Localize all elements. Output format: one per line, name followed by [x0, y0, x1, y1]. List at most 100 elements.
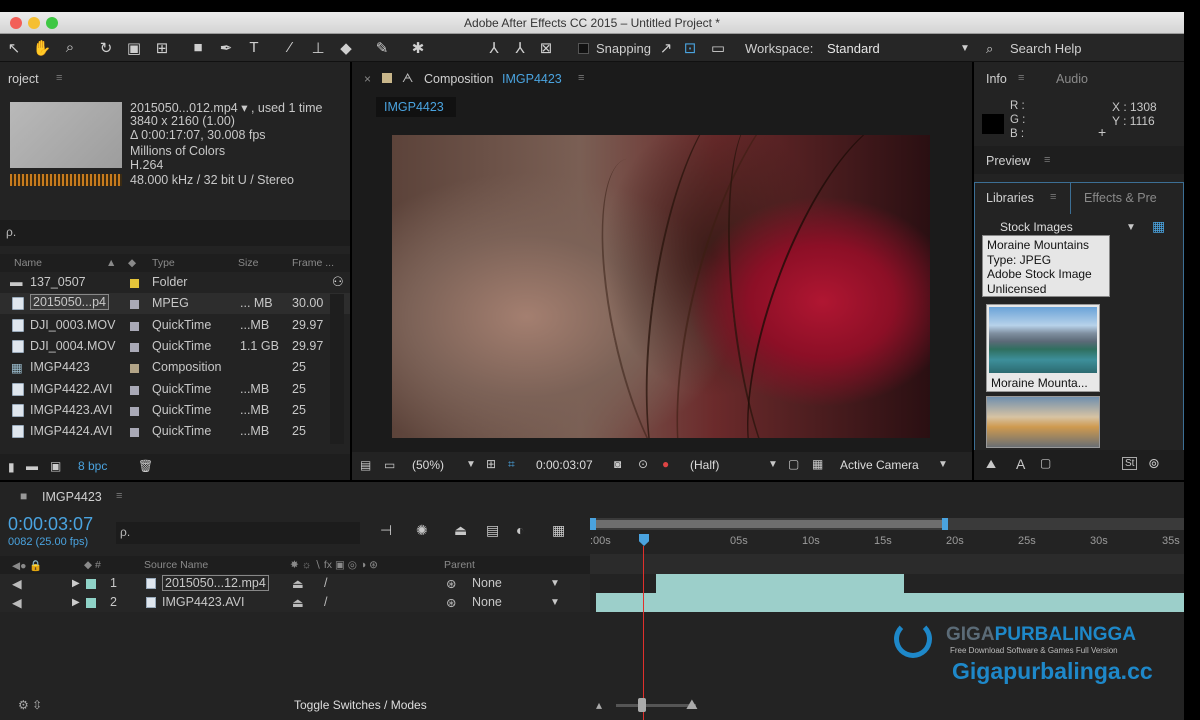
snapping-checkbox[interactable]: [578, 43, 589, 54]
timeline-layer-row[interactable]: ◀ ▶ 2 IMGP4423.AVI ⏏ / ⊛ None ▼: [0, 593, 590, 612]
workspace-chevron-down-icon[interactable]: ▼: [960, 43, 970, 54]
project-item-row[interactable]: IMGP4424.AVI QuickTime ...MB 25: [0, 421, 350, 442]
label-column-icon[interactable]: ◆: [128, 257, 136, 269]
preview-tab[interactable]: Preview: [986, 154, 1030, 168]
sort-arrow-icon[interactable]: ▲: [106, 257, 116, 269]
frame-blending-icon[interactable]: ▤: [486, 522, 499, 539]
work-area-bar[interactable]: [590, 518, 1184, 530]
trash-icon[interactable]: 🗑: [138, 459, 153, 473]
timeline-current-time[interactable]: 0:00:03:07: [8, 514, 93, 535]
new-folder-icon[interactable]: ▬: [26, 459, 38, 473]
label-color-swatch[interactable]: [130, 385, 139, 395]
close-tab-icon[interactable]: ×: [364, 72, 371, 86]
timeline-search-input[interactable]: ρ.: [116, 522, 360, 544]
comp-flowchart-tab[interactable]: IMGP4423: [376, 97, 456, 117]
zoom-out-icon[interactable]: ▴: [596, 698, 602, 712]
composition-viewer-frame[interactable]: [392, 135, 930, 438]
project-scrollbar[interactable]: [330, 294, 344, 444]
project-tab[interactable]: roject: [8, 72, 39, 86]
quality-switch-icon[interactable]: /: [324, 576, 327, 590]
chevron-down-icon[interactable]: ▼: [466, 459, 476, 470]
pen-tool-icon[interactable]: ✒: [216, 39, 236, 57]
library-dropdown[interactable]: Stock Images: [1000, 220, 1073, 234]
panel-menu-icon[interactable]: ≡: [116, 490, 122, 502]
libraries-tab[interactable]: Libraries: [986, 191, 1034, 205]
effects-presets-tab[interactable]: Effects & Pre: [1084, 191, 1157, 205]
stock-icon[interactable]: St: [1122, 457, 1138, 470]
camera-view-dropdown[interactable]: Active Camera: [840, 458, 919, 472]
axis-world-icon[interactable]: ⅄: [510, 39, 530, 57]
work-area-range[interactable]: [592, 520, 946, 528]
resolution-dropdown[interactable]: (Half): [690, 458, 719, 472]
layer-1-duration-bar[interactable]: [656, 574, 904, 593]
composition-tab-name[interactable]: IMGP4423: [502, 72, 562, 86]
always-preview-icon[interactable]: ▤: [360, 458, 371, 472]
add-text-icon[interactable]: A: [1016, 456, 1025, 472]
current-time-display[interactable]: 0:00:03:07: [536, 458, 593, 472]
label-color-swatch[interactable]: [130, 279, 139, 288]
chevron-down-icon[interactable]: ▼: [938, 459, 948, 470]
add-color-icon[interactable]: ▢: [1040, 456, 1051, 470]
layer-label-swatch[interactable]: [86, 598, 96, 608]
camera-tool-icon[interactable]: ▣: [124, 39, 144, 57]
panel-menu-icon[interactable]: ≡: [1050, 191, 1056, 203]
info-tab[interactable]: Info: [986, 72, 1007, 86]
panel-menu-icon[interactable]: ≡: [1018, 72, 1024, 84]
grid-view-icon[interactable]: ▦: [1152, 218, 1165, 235]
expand-arrow-icon[interactable]: ▶: [72, 578, 80, 589]
close-tab-icon[interactable]: ■: [20, 489, 27, 503]
shy-layers-icon[interactable]: ⏏: [454, 522, 467, 539]
quality-switch-icon[interactable]: /: [324, 595, 327, 609]
project-item-row[interactable]: IMGP4422.AVI QuickTime ...MB 25: [0, 379, 350, 400]
flowchart-icon[interactable]: ⚇: [332, 274, 344, 290]
search-help-input[interactable]: Search Help: [1010, 41, 1082, 56]
lock-icon[interactable]: ᗅ: [402, 71, 413, 86]
transparency-grid-icon[interactable]: ▦: [812, 457, 823, 471]
label-column-icon[interactable]: ◆ #: [84, 559, 101, 571]
parent-dropdown[interactable]: None: [472, 576, 502, 590]
layer-source-name[interactable]: 2015050...12.mp4: [162, 575, 269, 591]
work-area-start-handle[interactable]: [590, 518, 596, 530]
chevron-down-icon[interactable]: ▼: [550, 578, 560, 589]
timeline-tab[interactable]: IMGP4423: [42, 490, 102, 504]
column-frame-rate[interactable]: Frame ...: [292, 257, 334, 269]
zoom-tool-icon[interactable]: ⌕: [60, 39, 80, 56]
column-size[interactable]: Size: [238, 257, 258, 269]
expand-arrow-icon[interactable]: ▶: [72, 597, 80, 608]
column-parent[interactable]: Parent: [444, 559, 475, 571]
audio-speaker-icon[interactable]: ◀: [12, 576, 22, 591]
new-composition-icon[interactable]: ▣: [50, 459, 61, 473]
grid-icon[interactable]: ⊞: [486, 457, 496, 471]
workspace-dropdown[interactable]: Standard: [827, 41, 880, 56]
comp-mini-flowchart-icon[interactable]: ⊣: [380, 522, 392, 539]
show-snapshot-icon[interactable]: ⊙: [638, 457, 648, 471]
project-item-row[interactable]: ▬ 137_0507 Folder: [0, 272, 350, 293]
work-area-end-handle[interactable]: [942, 518, 948, 530]
audio-tab[interactable]: Audio: [1056, 72, 1088, 86]
chevron-down-icon[interactable]: ▼: [550, 597, 560, 608]
chevron-down-icon[interactable]: ▼: [1126, 222, 1136, 233]
column-source-name[interactable]: Source Name: [144, 559, 208, 571]
time-ruler[interactable]: :00s05s10s15s20s25s30s35s40s: [590, 532, 1184, 554]
composition-tab-label[interactable]: Composition: [424, 72, 493, 86]
timeline-layer-row[interactable]: ◀ ▶ 1 2015050...12.mp4 ⏏ / ⊛ None ▼: [0, 574, 590, 593]
axis-local-icon[interactable]: ⅄: [484, 39, 504, 57]
parent-pick-whip-icon[interactable]: ⊛: [446, 576, 456, 591]
label-color-swatch[interactable]: [130, 428, 139, 438]
panel-menu-icon[interactable]: ≡: [56, 72, 62, 84]
fast-previews-icon[interactable]: ▢: [788, 457, 799, 471]
zoom-slider-track[interactable]: [616, 704, 696, 707]
label-color-swatch[interactable]: [130, 321, 139, 331]
project-item-row[interactable]: DJI_0004.MOV QuickTime 1.1 GB 29.97: [0, 336, 350, 357]
zoom-in-icon[interactable]: ⛰: [686, 696, 698, 713]
label-color-swatch[interactable]: [130, 406, 139, 416]
type-tool-icon[interactable]: T: [244, 39, 264, 56]
toggle-mask-icon[interactable]: ▭: [384, 458, 395, 472]
snap-edges-icon[interactable]: ↗: [656, 39, 676, 57]
label-color-swatch[interactable]: [130, 300, 139, 310]
layer-source-name[interactable]: IMGP4423.AVI: [162, 595, 244, 609]
label-color-swatch[interactable]: [130, 342, 139, 352]
snapshot-camera-icon[interactable]: ◙: [614, 457, 621, 471]
layer-switches-pane-icon[interactable]: ⚙ ⇳: [18, 698, 42, 712]
roto-brush-tool-icon[interactable]: ✎: [372, 39, 392, 57]
